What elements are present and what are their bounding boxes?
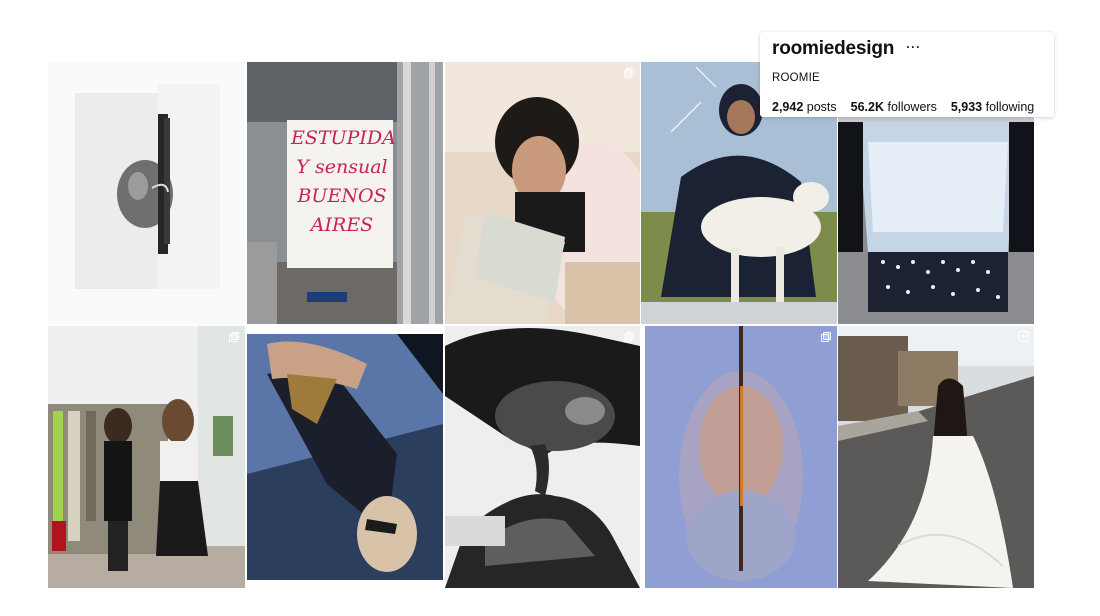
post-thumbnail-2[interactable]: ESTUPIDA Y sensual BUENOS AIRES [247, 62, 443, 324]
multi-image-icon [624, 332, 634, 342]
multi-image-icon [624, 68, 634, 78]
post-image-6 [48, 326, 245, 588]
handwriting-line: BUENOS [297, 185, 387, 207]
followers-count-label: followers [887, 100, 937, 114]
handwriting-line: AIRES [310, 214, 374, 236]
post-image-1 [48, 62, 245, 324]
handwriting-line: Y sensual [296, 156, 388, 178]
handwriting-line: ESTUPIDA [291, 127, 396, 149]
post-thumbnail-1[interactable] [48, 62, 245, 324]
post-image-9 [645, 326, 837, 588]
posts-count-value: 2,942 [772, 100, 804, 114]
post-image-10 [838, 326, 1034, 588]
profile-header: roomiedesign ··· [772, 38, 1042, 62]
following-count-value: 5,933 [950, 100, 983, 114]
multi-image-icon [229, 332, 239, 342]
following-count[interactable]: 5,933 following [951, 100, 1034, 114]
profile-stats: 2,942 posts 56.2K followers 5,933 follow… [772, 100, 1042, 114]
post-thumbnail-8[interactable] [445, 326, 640, 588]
handwritten-sign: ESTUPIDA Y sensual BUENOS AIRES [291, 122, 396, 270]
post-thumbnail-6[interactable] [48, 326, 245, 588]
post-image-8 [445, 326, 640, 588]
profile-hover-card: roomiedesign ··· ROOMIE 2,942 posts 56.2… [760, 32, 1054, 117]
posts-count[interactable]: 2,942 posts [772, 100, 837, 114]
post-thumbnail-9[interactable] [645, 326, 837, 588]
followers-count-value: 56.2K [850, 100, 885, 114]
post-thumbnail-7[interactable] [247, 334, 443, 580]
posts-count-label: posts [806, 100, 837, 114]
following-count-label: following [985, 100, 1035, 114]
more-options-icon[interactable]: ··· [906, 40, 921, 54]
profile-full-name: ROOMIE [772, 72, 820, 84]
profile-username[interactable]: roomiedesign [772, 38, 894, 60]
multi-image-icon [821, 332, 831, 342]
post-image-3 [445, 62, 640, 324]
post-thumbnail-3[interactable] [445, 62, 640, 324]
post-image-7 [247, 334, 443, 580]
followers-count[interactable]: 56.2K followers [851, 100, 937, 114]
reel-icon [1018, 331, 1029, 342]
post-thumbnail-10[interactable] [838, 326, 1034, 588]
